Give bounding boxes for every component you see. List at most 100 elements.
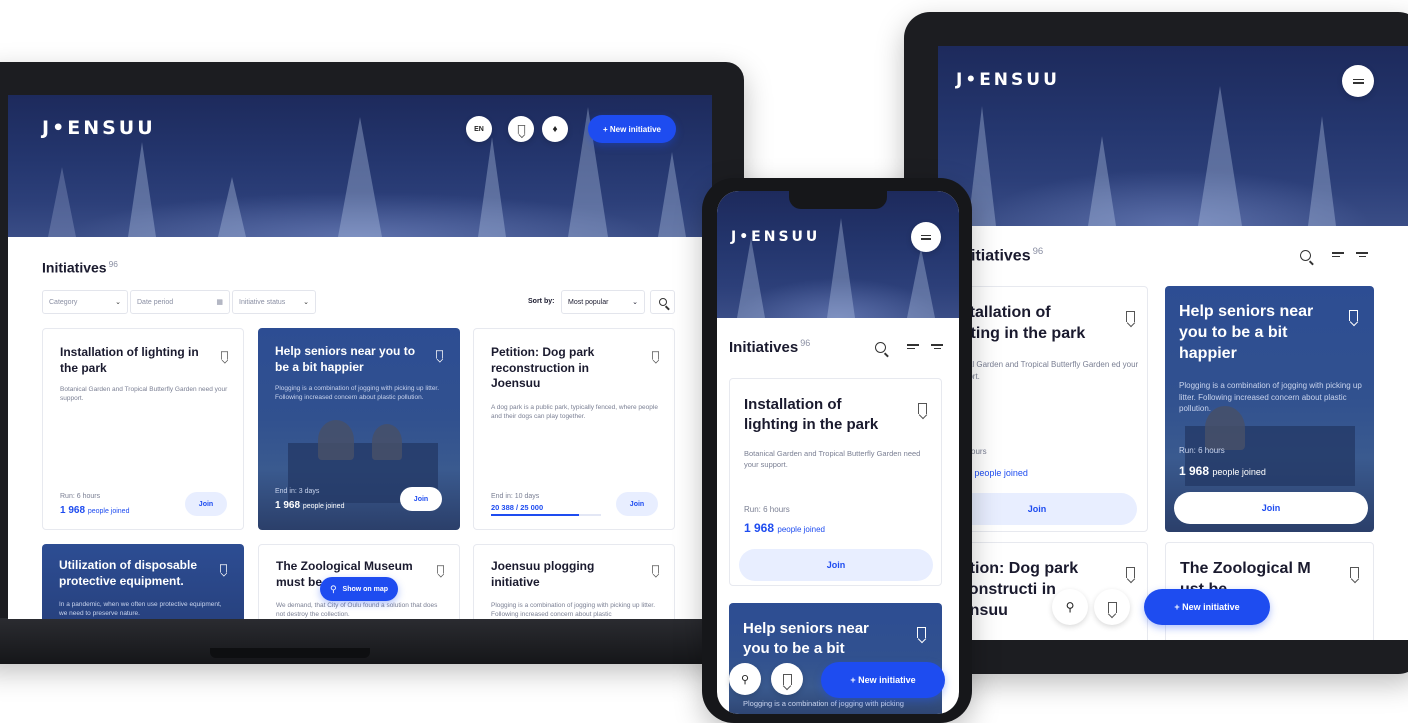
map-search-icon[interactable]: ⚲ [729, 663, 761, 695]
initiative-card[interactable]: Help seniors near you to be a bit happie… [1165, 286, 1374, 532]
bookmark-icon[interactable] [771, 663, 803, 695]
tablet-logo[interactable]: J•ENSUU [956, 70, 1060, 90]
card-title: nstallation of ghting in the park [951, 304, 1086, 342]
search-icon[interactable] [875, 342, 886, 353]
bookmark-icon[interactable] [437, 565, 444, 574]
bookmark-icon[interactable] [918, 403, 927, 414]
laptop-base [0, 618, 750, 664]
search-icon[interactable] [1300, 250, 1311, 261]
new-initiative-button[interactable]: + New initiative [588, 115, 676, 143]
card-title: Utilization of disposable protective equ… [59, 558, 198, 588]
progress-text: 20 388 / 25 000 [491, 503, 544, 512]
tablet-screen: J•ENSUU itiatives 96 nstallation of ghtin… [938, 46, 1408, 640]
joined-text: people joined [974, 468, 1028, 478]
sort-icon[interactable] [907, 342, 919, 351]
page-title-text: Initiatives [729, 339, 799, 356]
initiative-card[interactable]: Utilization of disposable protective equ… [42, 544, 244, 619]
joined-number: 1 968 [60, 505, 86, 516]
new-initiative-button[interactable]: + New initiative [1144, 589, 1270, 625]
laptop-screen: J•ENSUU EN ♦ + New initiative Initiative… [8, 95, 712, 619]
bookmark-icon[interactable] [1126, 567, 1135, 578]
menu-icon[interactable] [911, 222, 941, 252]
bookmark-icon[interactable] [1094, 589, 1130, 625]
joined-count: 1 968 people joined [744, 521, 825, 535]
chevron-down-icon: ⌄ [115, 299, 121, 306]
menu-icon[interactable] [1342, 65, 1374, 97]
search-icon [658, 298, 667, 306]
initiative-card[interactable]: Installation of lighting in the park Bot… [729, 378, 942, 586]
bookmark-icon[interactable] [436, 350, 443, 359]
card-title: Help seniors near you to be a bit [743, 620, 869, 657]
sort-icon[interactable] [1332, 250, 1344, 259]
page-title-text: itiatives [971, 247, 1031, 265]
bookmark-icon[interactable] [508, 116, 534, 142]
bookmark-icon[interactable] [917, 627, 926, 638]
card-title: Help seniors near you to be a bit happie… [1179, 303, 1314, 362]
filter-icon[interactable] [1356, 250, 1368, 259]
page-title: itiatives 96 [971, 246, 1043, 265]
card-meta: Run: 6 hours [1179, 446, 1225, 455]
join-button[interactable]: Join [400, 487, 442, 511]
new-initiative-button[interactable]: + New initiative [821, 662, 945, 698]
card-description: Botanical Garden and Tropical Butterfly … [60, 386, 228, 403]
card-description: A dog park is a public park, typically f… [491, 404, 658, 421]
card-title: Installation of lighting in the park [60, 345, 199, 375]
initiative-card[interactable]: Help seniors near you to be a bit happie… [258, 328, 460, 530]
joined-count: 1 968 people joined [1179, 464, 1266, 478]
card-title: Joensuu plogging initiative [491, 559, 595, 589]
joined-number: 1 968 [275, 500, 301, 511]
joined-number: 1 968 [1179, 464, 1210, 478]
show-on-map-button[interactable]: ⚲ Show on map [320, 577, 398, 601]
show-on-map-label: Show on map [342, 585, 389, 593]
initiative-card[interactable]: Petition: Dog park reconstruction in Joe… [473, 328, 675, 530]
category-label: Category [49, 298, 78, 306]
date-period-label: Date period [137, 298, 174, 306]
joined-count: 1 968 people joined [60, 505, 129, 516]
card-title: Petition: Dog park reconstruction in Joe… [491, 345, 595, 391]
filter-icon[interactable] [931, 342, 943, 351]
join-button[interactable]: Join [1174, 492, 1368, 524]
initiatives-count: 96 [800, 338, 811, 348]
join-button[interactable]: Join [616, 492, 658, 516]
status-select[interactable]: Initiative status ⌄ [232, 290, 316, 314]
join-button[interactable]: Join [739, 549, 933, 581]
bell-icon[interactable]: ♦ [542, 116, 568, 142]
laptop-logo[interactable]: J•ENSUU [42, 117, 156, 139]
language-button[interactable]: EN [466, 116, 492, 142]
sort-value: Most popular [568, 298, 609, 306]
card-title: Help seniors near you to be a bit happie… [275, 344, 416, 374]
joined-text: people joined [1212, 467, 1266, 477]
card-description: Plogging is a combination of jogging wit… [275, 385, 440, 402]
initiative-card[interactable]: Installation of lighting in the park Bot… [42, 328, 244, 530]
card-description: tanical Garden and Tropical Butterfly Ga… [951, 360, 1139, 381]
joined-text: people joined [87, 508, 130, 515]
page-title: Initiatives 96 [729, 338, 810, 356]
page-title-text: Initiatives [42, 259, 107, 276]
bookmark-icon[interactable] [652, 565, 659, 574]
search-button[interactable] [650, 290, 675, 314]
sort-label: Sort by: [528, 298, 555, 305]
phone-notch [789, 191, 887, 209]
category-select[interactable]: Category ⌄ [42, 290, 128, 314]
date-period-field[interactable]: Date period ▦ [130, 290, 230, 314]
map-search-icon[interactable]: ⚲ [1052, 589, 1088, 625]
card-description: In a pandemic, when we often use protect… [59, 601, 222, 618]
card-description: Plogging is a combination of jogging wit… [491, 602, 656, 619]
card-meta: Run: 6 hours [744, 505, 790, 514]
bookmark-icon[interactable] [221, 351, 228, 360]
bookmark-icon[interactable] [1349, 310, 1358, 321]
calendar-icon: ▦ [216, 299, 223, 306]
page-title: Initiatives 96 [42, 259, 118, 276]
join-button[interactable]: Join [185, 492, 227, 516]
card-meta: End in: 10 days [491, 493, 540, 500]
card-description: We demand, that City of Oulu found a sol… [276, 602, 438, 619]
bookmark-icon[interactable] [1126, 311, 1135, 322]
card-title: Installation of lighting in the park [744, 396, 879, 433]
bookmark-icon[interactable] [220, 564, 227, 573]
sort-select[interactable]: Most popular ⌄ [561, 290, 645, 314]
phone-logo[interactable]: J•ENSUU [731, 229, 820, 245]
initiatives-count: 96 [108, 259, 118, 269]
initiative-card[interactable]: Joensuu plogging initiative Plogging is … [473, 544, 675, 619]
bookmark-icon[interactable] [1350, 567, 1359, 578]
bookmark-icon[interactable] [652, 351, 659, 360]
